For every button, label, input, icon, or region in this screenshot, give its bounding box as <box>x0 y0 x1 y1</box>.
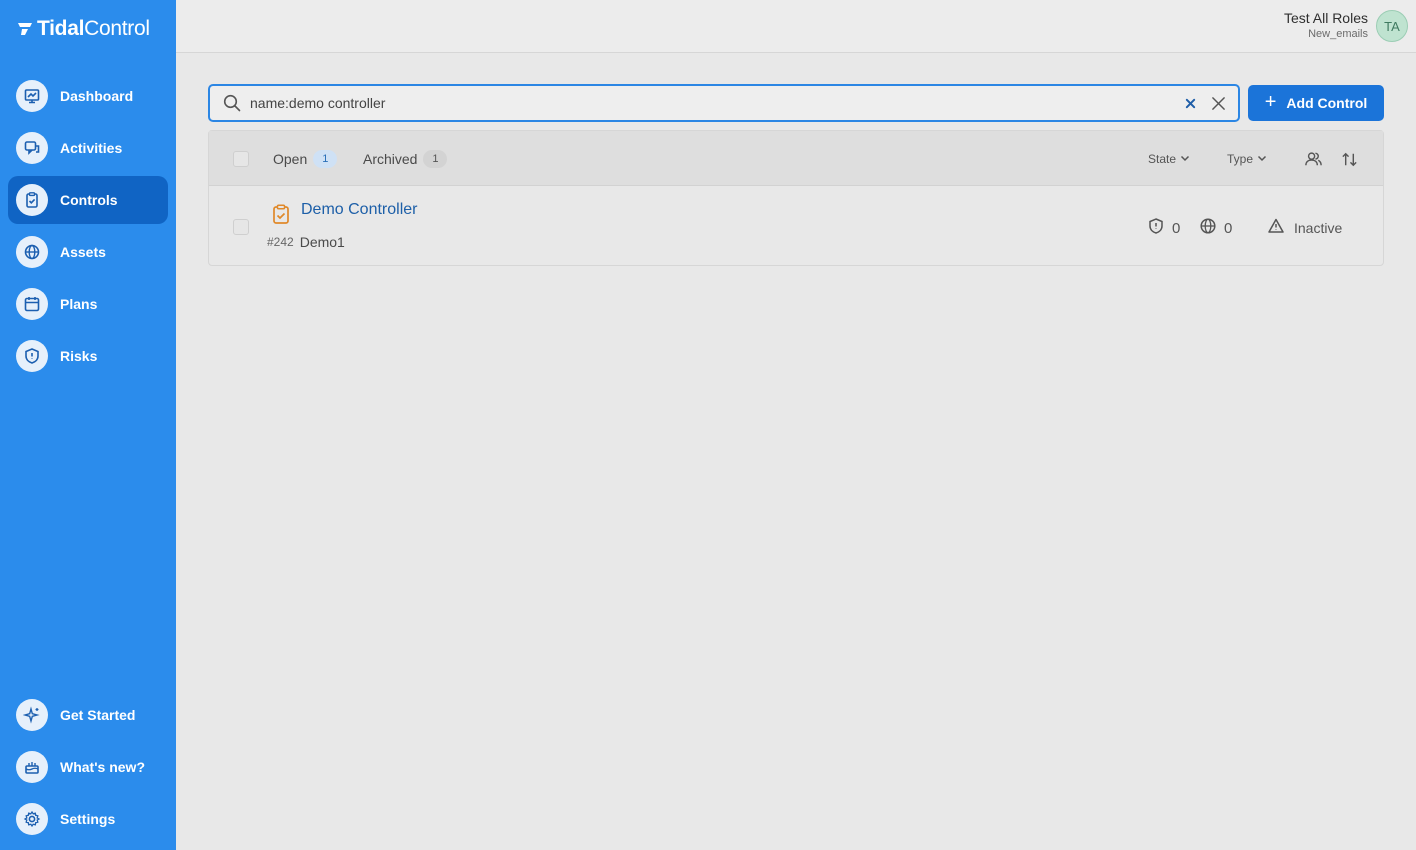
add-control-label: Add Control <box>1286 95 1368 111</box>
add-control-button[interactable]: + Add Control <box>1248 85 1384 121</box>
controls-icon <box>16 184 48 216</box>
plus-icon: + <box>1264 91 1277 113</box>
sidebar-item-assets[interactable]: Assets <box>8 228 168 276</box>
tab-count-badge: 1 <box>423 150 448 168</box>
sidebar-item-plans[interactable]: Plans <box>8 280 168 328</box>
tab-open[interactable]: Open 1 <box>273 150 338 168</box>
status-label: Inactive <box>1294 219 1343 236</box>
type-filter-dropdown[interactable]: Type <box>1227 152 1267 166</box>
row-meta: #242 Demo1 <box>267 234 345 250</box>
assets-count: 0 <box>1199 217 1232 239</box>
globe-icon <box>1199 217 1217 239</box>
select-all-checkbox[interactable] <box>233 151 249 167</box>
list-header: Open 1 Archived 1 State Type <box>209 131 1383 186</box>
avatar[interactable]: TA <box>1376 10 1408 42</box>
clipboard-check-icon <box>272 204 290 224</box>
sort-icon[interactable] <box>1338 148 1360 170</box>
user-info[interactable]: Test All Roles New_emails <box>1284 10 1368 41</box>
tab-count-badge: 1 <box>313 150 338 168</box>
calendar-icon <box>16 288 48 320</box>
type-filter-label: Type <box>1227 152 1254 166</box>
sidebar-item-controls[interactable]: Controls <box>8 176 168 224</box>
dashboard-icon <box>16 80 48 112</box>
sidebar-item-risks[interactable]: Risks <box>8 332 168 380</box>
clear-filter-icon[interactable] <box>1180 93 1200 113</box>
sidebar-item-dashboard[interactable]: Dashboard <box>8 72 168 120</box>
control-id: #242 <box>267 235 294 249</box>
tab-label: Open <box>273 151 308 167</box>
sidebar-item-get-started[interactable]: Get Started <box>8 691 168 739</box>
chevron-down-icon <box>1180 152 1190 166</box>
top-bar: Test All Roles New_emails TA <box>176 0 1416 53</box>
globe-icon <box>16 236 48 268</box>
chevron-down-icon <box>1257 152 1267 166</box>
tab-label: Archived <box>363 151 418 167</box>
shield-icon <box>16 340 48 372</box>
sparkle-icon <box>16 699 48 731</box>
control-title-link[interactable]: Demo Controller <box>301 201 417 219</box>
risks-count: 0 <box>1147 217 1180 239</box>
sidebar: TidalControl Dashboard Activities Contro… <box>0 0 176 850</box>
sidebar-item-label: Risks <box>60 348 98 364</box>
cake-icon <box>16 751 48 783</box>
control-subtitle: Demo1 <box>299 234 345 250</box>
table-row[interactable]: Demo Controller #242 Demo1 0 0 Inactive <box>209 187 1383 267</box>
user-org: New_emails <box>1308 28 1368 40</box>
state-filter-label: State <box>1148 152 1177 166</box>
search-icon <box>222 93 242 113</box>
user-name: Test All Roles <box>1283 10 1368 26</box>
brand-name: TidalControl <box>37 17 150 40</box>
assignee-filter-icon[interactable] <box>1302 148 1324 170</box>
close-icon[interactable] <box>1206 91 1230 115</box>
sidebar-item-label: Activities <box>60 140 123 156</box>
tab-archived[interactable]: Archived 1 <box>363 150 448 168</box>
search-bar <box>208 84 1240 122</box>
assets-count-value: 0 <box>1224 219 1233 237</box>
row-checkbox[interactable] <box>233 219 249 235</box>
sidebar-item-whats-new[interactable]: What's new? <box>8 743 168 791</box>
brand-logo[interactable]: TidalControl <box>16 16 150 42</box>
sidebar-item-settings[interactable]: Settings <box>8 795 168 843</box>
status-badge: Inactive <box>1267 217 1342 238</box>
gear-icon <box>16 803 48 835</box>
sidebar-item-label: Assets <box>60 244 106 260</box>
controls-list: Open 1 Archived 1 State Type Demo Contro… <box>208 130 1384 266</box>
state-filter-dropdown[interactable]: State <box>1148 152 1190 166</box>
risks-count-value: 0 <box>1172 219 1181 237</box>
search-input[interactable] <box>250 95 1180 111</box>
sidebar-item-label: Controls <box>60 192 118 208</box>
sidebar-item-label: What's new? <box>60 759 145 775</box>
activities-icon <box>16 132 48 164</box>
sidebar-item-label: Dashboard <box>60 88 134 104</box>
warning-icon <box>1267 217 1285 238</box>
logo-mark-icon <box>16 20 34 38</box>
sidebar-item-label: Plans <box>60 296 98 312</box>
sidebar-item-activities[interactable]: Activities <box>8 124 168 172</box>
shield-icon <box>1147 217 1165 239</box>
sidebar-item-label: Get Started <box>60 707 136 723</box>
sidebar-item-label: Settings <box>60 811 116 827</box>
